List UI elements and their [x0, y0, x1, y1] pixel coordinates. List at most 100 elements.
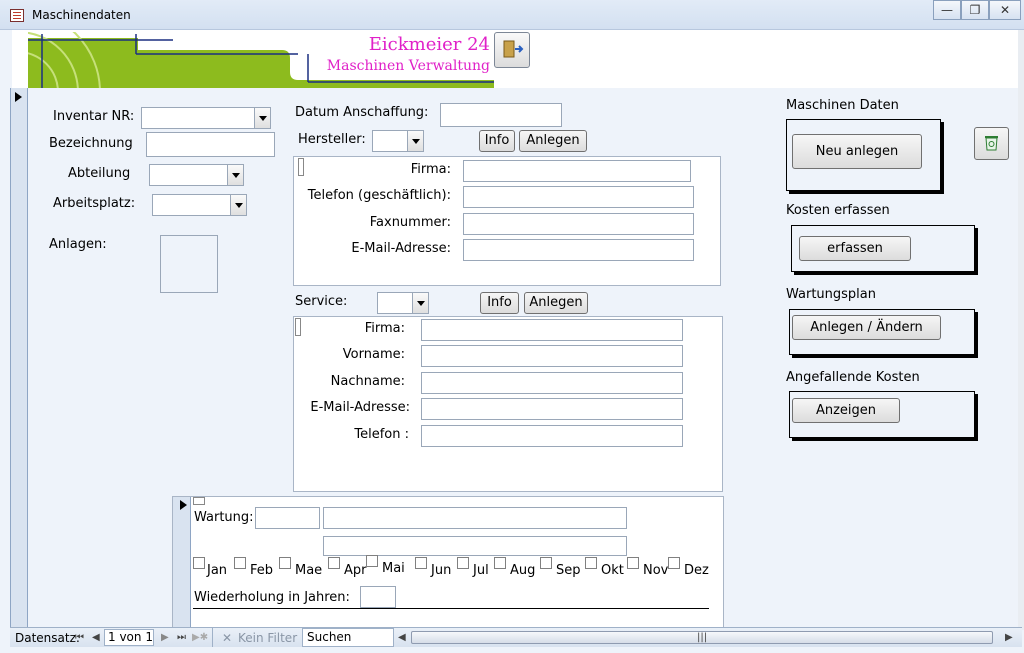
month-label-jan: Jan	[207, 563, 228, 578]
hersteller-fax-label: Faxnummer:	[369, 215, 451, 230]
anlagen-attachment[interactable]	[160, 235, 218, 293]
kosten-erfassen-label: Kosten erfassen	[786, 203, 890, 218]
delete-button[interactable]	[974, 127, 1009, 160]
chevron-down-icon[interactable]	[407, 131, 423, 151]
bezeichnung-input[interactable]	[146, 132, 275, 157]
service-firma-input[interactable]	[421, 319, 683, 341]
kein-filter-label: Kein Filter	[238, 631, 298, 645]
neu-anlegen-button[interactable]: Neu anlegen	[792, 134, 922, 169]
month-label-mae: Mae	[295, 563, 323, 578]
month-label-mai: Mai	[382, 561, 405, 576]
wiederholung-input[interactable]	[360, 586, 396, 608]
checkbox-jul[interactable]	[457, 557, 469, 569]
chevron-down-icon[interactable]	[227, 165, 243, 185]
last-record-icon[interactable]: ⏭	[177, 632, 186, 643]
checkbox-okt[interactable]	[585, 557, 597, 569]
month-label-feb: Feb	[250, 563, 274, 578]
chevron-down-icon[interactable]	[230, 195, 246, 215]
service-telefon-input[interactable]	[421, 425, 683, 447]
title-bar	[0, 0, 1024, 30]
vertical-scrollbar[interactable]	[1018, 30, 1024, 630]
hersteller-label: Hersteller:	[298, 132, 366, 147]
service-vorname-label: Vorname:	[342, 347, 405, 362]
checkbox-jan[interactable]	[193, 557, 205, 569]
hersteller-telefon-input[interactable]	[463, 186, 694, 208]
scroll-grip-icon: |||	[697, 632, 708, 643]
month-label-aug: Aug	[510, 563, 536, 578]
service-vorname-input[interactable]	[421, 345, 683, 367]
abteilung-combo[interactable]	[149, 164, 244, 186]
hersteller-combo[interactable]	[372, 130, 424, 152]
inventar-combo[interactable]	[141, 107, 271, 129]
next-record-icon[interactable]: ▶	[161, 632, 169, 643]
arbeitsplatz-combo[interactable]	[152, 194, 247, 216]
scroll-right-icon[interactable]: ▶	[1005, 632, 1013, 643]
trash-icon	[985, 136, 998, 151]
month-label-jun: Jun	[431, 563, 452, 578]
search-input[interactable]: Suchen	[302, 628, 394, 647]
door-exit-icon	[503, 40, 524, 58]
hersteller-fax-input[interactable]	[463, 213, 694, 235]
close-button[interactable]: ✕	[989, 0, 1021, 20]
wartung-label: Wartung:	[194, 510, 254, 525]
datum-input[interactable]	[440, 103, 562, 127]
subform-record-selector[interactable]	[193, 497, 205, 505]
checkbox-mai[interactable]	[366, 555, 378, 567]
service-label: Service:	[295, 294, 348, 309]
chevron-down-icon[interactable]	[412, 293, 428, 313]
hersteller-info-button[interactable]: Info	[479, 130, 515, 152]
minimize-button[interactable]: —	[933, 0, 961, 20]
app-subtitle: Maschinen Verwaltung	[326, 58, 490, 74]
wiederholung-label: Wiederholung in Jahren:	[194, 590, 350, 605]
hersteller-email-label: E-Mail-Adresse:	[351, 241, 451, 256]
checkbox-feb[interactable]	[234, 557, 246, 569]
wartung-input[interactable]	[255, 507, 320, 529]
hersteller-email-input[interactable]	[463, 239, 694, 261]
new-record-icon[interactable]: ▶✱	[192, 632, 208, 643]
anzeigen-button[interactable]: Anzeigen	[792, 398, 900, 423]
wartung-record-selector[interactable]	[173, 497, 191, 627]
checkbox-apr[interactable]	[328, 557, 340, 569]
service-info-button[interactable]: Info	[480, 292, 519, 314]
service-firma-label: Firma:	[364, 321, 405, 336]
scroll-left-icon[interactable]: ◀	[398, 632, 406, 643]
previous-record-icon[interactable]: ◀	[92, 632, 100, 643]
hersteller-telefon-label: Telefon (geschäftlich):	[307, 188, 451, 203]
current-record-arrow-icon	[180, 500, 187, 510]
erfassen-button[interactable]: erfassen	[799, 236, 911, 261]
hersteller-firma-label: Firma:	[410, 162, 451, 177]
month-label-sep: Sep	[556, 563, 581, 578]
service-anlegen-button[interactable]: Anlegen	[524, 292, 588, 314]
anlagen-label: Anlagen:	[49, 237, 107, 252]
service-nachname-input[interactable]	[421, 372, 683, 394]
checkbox-jun[interactable]	[415, 557, 427, 569]
checkbox-sep[interactable]	[540, 557, 552, 569]
filter-funnel-icon: ✕	[222, 631, 233, 645]
exit-button[interactable]	[494, 32, 530, 68]
checkbox-mae[interactable]	[279, 557, 291, 569]
month-label-apr: Apr	[344, 563, 367, 578]
service-combo[interactable]	[377, 292, 429, 314]
inventar-label: Inventar NR:	[53, 109, 135, 124]
current-record-arrow-icon	[15, 92, 22, 102]
record-position-input[interactable]: 1 von 1	[104, 629, 154, 646]
datensatz-label: Datensatz:	[15, 631, 80, 645]
service-email-label: E-Mail-Adresse:	[310, 400, 410, 415]
restore-button[interactable]: ❐	[961, 0, 989, 20]
form-icon	[10, 9, 24, 22]
window-title: Maschinendaten	[32, 8, 131, 22]
anlegen-aendern-button[interactable]: Anlegen / Ändern	[792, 315, 941, 340]
hersteller-anlegen-button[interactable]: Anlegen	[519, 130, 587, 152]
service-email-input[interactable]	[421, 398, 683, 420]
checkbox-dez[interactable]	[668, 557, 680, 569]
checkbox-nov[interactable]	[627, 557, 639, 569]
chevron-down-icon[interactable]	[254, 108, 270, 128]
record-selector[interactable]	[10, 88, 28, 628]
first-record-icon[interactable]: ⏮	[75, 632, 84, 643]
arbeitsplatz-label: Arbeitsplatz:	[53, 196, 136, 211]
checkbox-aug[interactable]	[494, 557, 506, 569]
wartung-notes-input[interactable]	[323, 536, 627, 556]
hersteller-firma-input[interactable]	[463, 160, 691, 182]
wartung-description-input[interactable]	[323, 507, 627, 529]
datum-label: Datum Anschaffung:	[295, 105, 429, 120]
